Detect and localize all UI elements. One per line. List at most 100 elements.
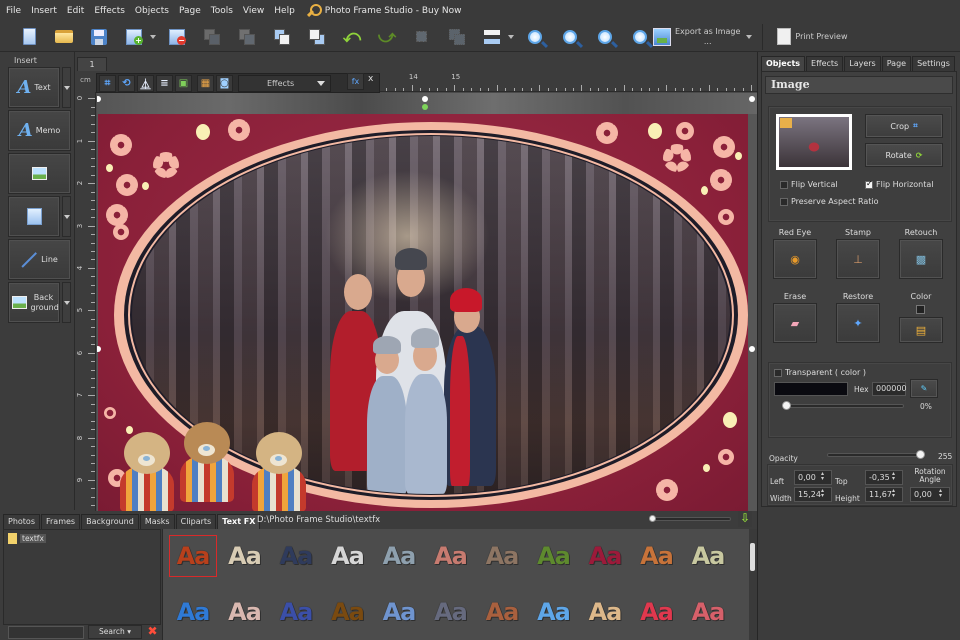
text-fx-style[interactable]: Aa [222, 536, 268, 576]
bring-forward-button[interactable] [271, 26, 293, 48]
tab-layers[interactable]: Layers [844, 56, 881, 71]
text-fx-style[interactable]: Aa [634, 536, 680, 576]
text-fx-style[interactable]: Aa [479, 536, 525, 576]
rotation-angle-input[interactable]: 0,00 [910, 487, 950, 502]
menu-effects[interactable]: Effects [94, 6, 125, 16]
export-dropdown[interactable] [746, 34, 753, 39]
text-fx-style[interactable]: Aa [582, 592, 628, 632]
change-image-icon[interactable] [780, 118, 792, 128]
zoom-in-button[interactable] [559, 26, 581, 48]
hex-input[interactable]: 000000 [872, 382, 907, 396]
preserve-aspect-checkbox[interactable]: Preserve Aspect Ratio [780, 197, 879, 206]
bring-to-front-button[interactable] [306, 26, 328, 48]
image-mask-icon[interactable]: ◙ [216, 74, 233, 92]
export-image-button[interactable]: Export as Image ... [653, 27, 753, 47]
text-fx-style[interactable]: Aa [325, 536, 371, 576]
erase-button[interactable]: ▰ [773, 303, 817, 343]
open-button[interactable] [53, 26, 75, 48]
download-button[interactable]: ⇩ [738, 511, 752, 527]
insert-memo-button[interactable]: A Memo [8, 110, 71, 151]
width-input[interactable]: 15,24 [794, 487, 832, 502]
flip-vertical-checkbox[interactable]: Flip Vertical [780, 180, 838, 189]
send-to-back-button[interactable] [236, 26, 258, 48]
text-fx-style[interactable]: Aa [222, 592, 268, 632]
remove-page-button[interactable]: − [166, 26, 188, 48]
folder-item-textfx[interactable]: textfx [8, 533, 46, 544]
tab-effects[interactable]: Effects [806, 56, 844, 71]
thumbnail-size-slider[interactable] [649, 515, 731, 522]
tab-settings[interactable]: Settings [912, 56, 955, 71]
page-tab-1[interactable]: 1 [77, 57, 107, 71]
stamp-button[interactable]: ⊥ [836, 239, 880, 279]
text-fx-style[interactable]: Aa [479, 592, 525, 632]
insert-text-button[interactable]: A Text [8, 67, 60, 108]
effects-select[interactable]: Effects [238, 74, 331, 92]
restore-button[interactable]: ✦ [836, 303, 880, 343]
menu-view[interactable]: View [243, 6, 264, 16]
insert-frame-button[interactable] [8, 196, 60, 237]
transparent-checkbox[interactable]: Transparent ( color ) [774, 368, 866, 377]
tab-frames[interactable]: Frames [41, 514, 81, 529]
add-page-dropdown[interactable] [150, 34, 156, 39]
insert-background-dropdown[interactable] [62, 282, 71, 323]
align-dropdown[interactable] [508, 34, 514, 39]
zoom-out-button[interactable] [594, 26, 616, 48]
crop-tool-icon[interactable]: ⌗ [99, 74, 116, 92]
rotate-button[interactable]: Rotate ⟳ [865, 143, 943, 167]
text-fx-style[interactable]: Aa [273, 536, 319, 576]
flip-horizontal-icon[interactable]: ≡ [156, 74, 173, 92]
save-button[interactable] [88, 26, 110, 48]
flip-horizontal-checkbox[interactable]: Flip Horizontal [865, 179, 934, 189]
tab-photos[interactable]: Photos [3, 514, 40, 529]
thumbnail-size-knob[interactable] [649, 515, 656, 522]
text-fx-style[interactable]: Aa [170, 592, 216, 632]
clear-search-button[interactable]: ✖ [146, 625, 159, 639]
search-button[interactable]: Search ▾ [88, 625, 142, 639]
text-fx-style[interactable]: Aa [634, 592, 680, 632]
insert-frame-dropdown[interactable] [62, 196, 71, 237]
redo-button[interactable]: ⤻ [376, 26, 398, 48]
text-fx-style[interactable]: Aa [428, 536, 474, 576]
print-preview-button[interactable]: Print Preview [777, 28, 848, 45]
text-fx-style[interactable]: Aa [376, 592, 422, 632]
height-input[interactable]: 11,67 [865, 487, 903, 502]
text-fx-scrollbar[interactable] [749, 529, 757, 640]
menu-help[interactable]: Help [274, 6, 295, 16]
ungroup-button[interactable] [446, 26, 468, 48]
insert-line-button[interactable]: Line [8, 239, 71, 280]
color-button[interactable]: ▤ [899, 317, 943, 343]
replace-image-icon[interactable]: ▦ [197, 74, 214, 92]
frame-photo-object[interactable] [98, 114, 748, 511]
tab-masks[interactable]: Masks [139, 514, 175, 529]
top-input[interactable]: -0,35 [865, 470, 903, 485]
transparency-slider[interactable] [782, 401, 904, 410]
add-page-button[interactable]: + [123, 26, 145, 48]
page-canvas[interactable] [97, 93, 757, 511]
key-icon[interactable] [305, 3, 322, 19]
text-fx-style[interactable]: Aa [273, 592, 319, 632]
transparency-slider-knob[interactable] [782, 401, 791, 410]
transparent-color-swatch[interactable] [774, 382, 848, 396]
retouch-button[interactable]: ▩ [899, 239, 943, 279]
selection-handle[interactable] [749, 346, 755, 352]
opacity-slider-knob[interactable] [916, 450, 925, 459]
image-thumbnail[interactable] [776, 114, 852, 170]
menu-file[interactable]: File [6, 6, 21, 16]
menu-tools[interactable]: Tools [211, 6, 233, 16]
insert-background-button[interactable]: Back ground [8, 282, 60, 323]
fit-page-button[interactable] [524, 26, 546, 48]
tab-background[interactable]: Background [81, 514, 139, 529]
tab-objects[interactable]: Objects [761, 56, 806, 71]
text-fx-style[interactable]: Aa [685, 536, 731, 576]
rotate-handle[interactable] [422, 104, 428, 110]
zoom-actual-button[interactable] [629, 26, 651, 48]
text-fx-style[interactable]: Aa [531, 536, 577, 576]
search-input[interactable] [8, 626, 84, 639]
menu-insert[interactable]: Insert [31, 6, 57, 16]
close-toolbar-button[interactable]: x [368, 74, 373, 84]
send-backward-button[interactable] [201, 26, 223, 48]
left-input[interactable]: 0,00 [794, 470, 832, 485]
crop-button[interactable]: Crop ⌗ [865, 114, 943, 138]
selection-handle[interactable] [749, 96, 755, 102]
remove-effects-button[interactable]: fx [347, 73, 364, 90]
